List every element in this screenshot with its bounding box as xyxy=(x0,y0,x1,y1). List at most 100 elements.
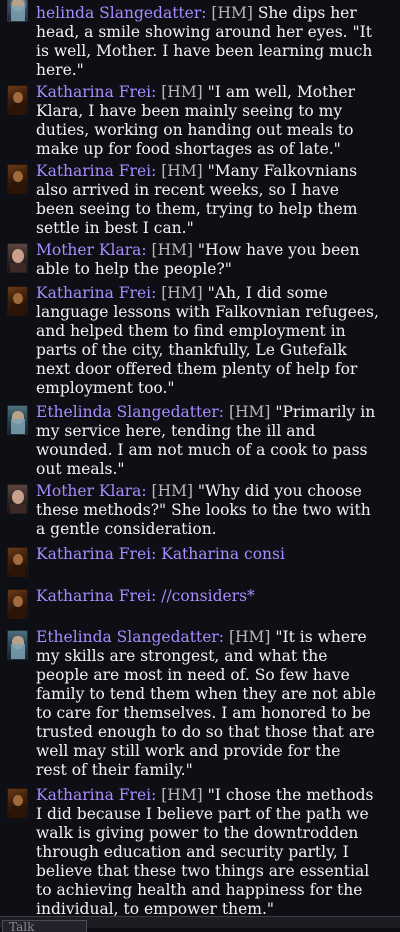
message-body: "Ah, I did some xyxy=(202,284,328,302)
channel-tag: [HM] xyxy=(161,83,203,101)
message-line: these methods?" She looks to the two wit… xyxy=(36,501,371,519)
message-text: Mother Klara: [HM] "Why did you choose th… xyxy=(36,482,394,539)
message-line: Katharina Frei: Katharina consi xyxy=(36,545,394,564)
message-text: Katharina Frei: Katharina consi xyxy=(36,545,394,564)
message-line: family to tend them when they are not ab… xyxy=(36,685,376,703)
speaker-name[interactable]: Katharina Frei: xyxy=(36,545,156,563)
message-line: settle in best I can." xyxy=(36,219,194,237)
message-line: next door offered them plenty of help fo… xyxy=(36,360,358,378)
message-line: been seeing to them, trying to help them xyxy=(36,200,358,218)
message-body: "How have you been xyxy=(193,241,360,259)
message-line: Katharina Frei: [HM] "I am well, Mother xyxy=(36,83,394,102)
message-line: trusted enough to do so that those that … xyxy=(36,723,375,741)
message-text: Katharina Frei: [HM] "Ah, I did some lang… xyxy=(36,284,394,398)
message-line: employment too." xyxy=(36,379,175,397)
message-line: Katharina Frei: //considers* xyxy=(36,587,394,606)
speaker-name[interactable]: Mother Klara: xyxy=(36,482,147,500)
message-line: to achieving health and happiness for th… xyxy=(36,881,363,899)
message-line: language lessons with Falkovnian refugee… xyxy=(36,303,379,321)
chat-channel-tab[interactable]: Talk xyxy=(2,920,87,932)
speaker-name[interactable]: Katharina Frei: xyxy=(36,587,156,605)
message-line: helinda Slangedatter: [HM] She dips her xyxy=(36,4,394,23)
message-line: well may still work and provide for the xyxy=(36,742,341,760)
message-line: Katharina Frei: [HM] "Many Falkovnians xyxy=(36,162,394,181)
speaker-name[interactable]: Ethelinda Slangedatter: xyxy=(36,403,224,421)
speaker-name[interactable]: Katharina Frei: xyxy=(36,284,156,302)
message-line: here." xyxy=(36,61,84,79)
klara-portrait[interactable] xyxy=(7,484,28,514)
katharina-portrait[interactable] xyxy=(7,589,28,619)
message-text: Mother Klara: [HM] "How have you been abl… xyxy=(36,241,394,279)
katharina-portrait[interactable] xyxy=(7,164,28,194)
katharina-portrait[interactable] xyxy=(7,788,28,818)
speaker-name[interactable]: helinda Slangedatter: xyxy=(36,4,206,22)
channel-tag: [HM] xyxy=(228,628,271,646)
message-text: Katharina Frei: //considers* xyxy=(36,587,394,606)
channel-tag: [HM] xyxy=(161,786,203,804)
message-line: make up for food shortages as of late." xyxy=(36,140,341,158)
speaker-name[interactable]: Ethelinda Slangedatter: xyxy=(36,628,224,646)
message-line: individual, to empower them." xyxy=(36,900,275,916)
ethelinda-portrait[interactable] xyxy=(7,630,28,660)
channel-tag: [HM] xyxy=(151,241,193,259)
speaker-name[interactable]: Katharina Frei: xyxy=(36,83,156,101)
ethelinda-portrait[interactable] xyxy=(7,0,28,22)
message-text: helinda Slangedatter: [HM] She dips her h… xyxy=(36,4,394,80)
message-body: "It is where xyxy=(270,628,367,646)
message-line: Katharina Frei: [HM] "I chose the method… xyxy=(36,786,394,805)
message-body: //considers* xyxy=(156,587,255,605)
message-line: able to help the people?" xyxy=(36,260,232,278)
message-text: Katharina Frei: [HM] "I am well, Mother K… xyxy=(36,83,394,159)
channel-tag: [HM] xyxy=(228,403,271,421)
message-line: duties, working on handing out meals to xyxy=(36,121,354,139)
message-body: "Many Falkovnians xyxy=(202,162,358,180)
chat-log[interactable]: helinda Slangedatter: [HM] She dips her h… xyxy=(0,0,400,916)
channel-tag: [HM] xyxy=(161,162,203,180)
katharina-portrait[interactable] xyxy=(7,547,28,577)
klara-portrait[interactable] xyxy=(7,243,28,273)
message-line: believe that these two things are essent… xyxy=(36,862,370,880)
message-line: Mother Klara: [HM] "Why did you choose xyxy=(36,482,394,501)
speaker-name[interactable]: Mother Klara: xyxy=(36,241,147,259)
message-body: "I chose the methods xyxy=(202,786,374,804)
message-line: a gentle consideration. xyxy=(36,520,217,538)
message-body: "Why did you choose xyxy=(193,482,362,500)
message-line: out meals." xyxy=(36,460,125,478)
message-line: parts of the city, thankfully, Le Gutefa… xyxy=(36,341,347,359)
message-line: to care for themselves. I am honored to … xyxy=(36,704,371,722)
katharina-portrait[interactable] xyxy=(7,85,28,115)
message-line: Katharina Frei: [HM] "Ah, I did some xyxy=(36,284,394,303)
message-line: through education and security partly, I xyxy=(36,843,349,861)
speaker-name[interactable]: Katharina Frei: xyxy=(36,786,156,804)
message-line: I did because I believe part of the path… xyxy=(36,805,369,823)
message-text: Ethelinda Slangedatter: [HM] "Primarily … xyxy=(36,403,394,479)
message-text: Katharina Frei: [HM] "I chose the method… xyxy=(36,786,394,916)
message-line: Mother Klara: [HM] "How have you been xyxy=(36,241,394,260)
message-line: and helped them to find employment in xyxy=(36,322,346,340)
message-body: "I am well, Mother xyxy=(202,83,355,101)
katharina-portrait[interactable] xyxy=(7,286,28,316)
ethelinda-portrait[interactable] xyxy=(7,405,28,435)
speaker-name[interactable]: Katharina Frei: xyxy=(36,162,156,180)
message-line: Klara, I have been mainly seeing to my xyxy=(36,102,343,120)
message-line: walk is giving power to the downtrodden xyxy=(36,824,359,842)
message-line: my service here, tending the ill and xyxy=(36,422,316,440)
message-line: Ethelinda Slangedatter: [HM] "It is wher… xyxy=(36,628,394,647)
message-line: my skills are strongest, and what the xyxy=(36,647,328,665)
message-line: is well, Mother. I have been learning mu… xyxy=(36,42,373,60)
channel-tag: [HM] xyxy=(151,482,193,500)
message-line: head, a smile showing around her eyes. "… xyxy=(36,23,373,41)
chat-input-bar[interactable]: Talk xyxy=(0,916,400,932)
message-text: Katharina Frei: [HM] "Many Falkovnians al… xyxy=(36,162,394,238)
message-line: wounded. I am not much of a cook to pass xyxy=(36,441,368,459)
message-line: rest of their family." xyxy=(36,761,193,779)
message-line: people are most in need of. So few have xyxy=(36,666,350,684)
message-body: Katharina consi xyxy=(156,545,285,563)
message-line: Ethelinda Slangedatter: [HM] "Primarily … xyxy=(36,403,394,422)
message-body: She dips her xyxy=(252,4,357,22)
channel-tag: [HM] xyxy=(211,4,253,22)
message-body: "Primarily in xyxy=(270,403,376,421)
channel-tag: [HM] xyxy=(161,284,203,302)
message-text: Ethelinda Slangedatter: [HM] "It is wher… xyxy=(36,628,394,780)
message-line: also arrived in recent weeks, so I have xyxy=(36,181,339,199)
